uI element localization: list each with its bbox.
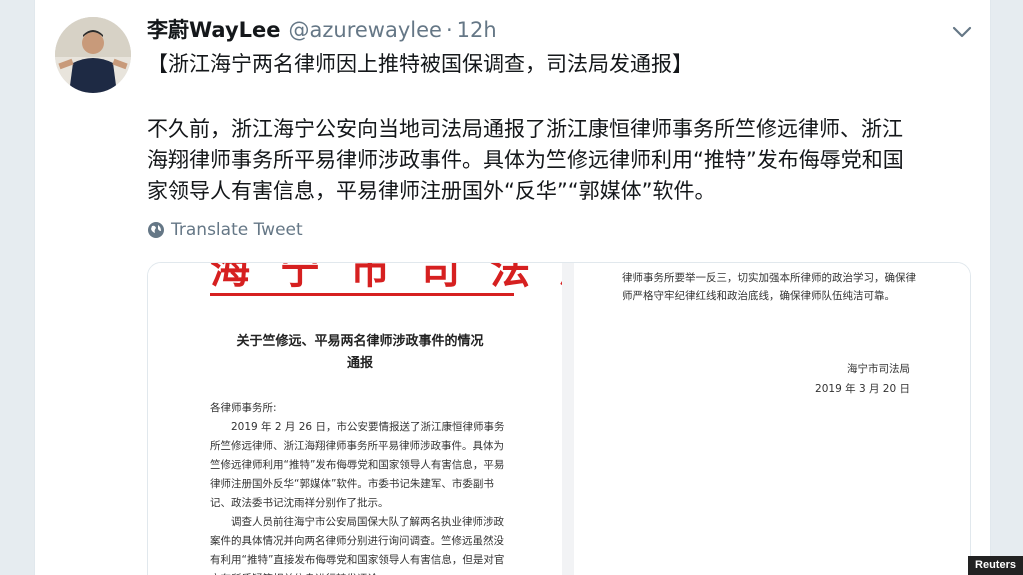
document-page-right: 律师事务所要举一反三，切实加强本所律师的政治学习，确保律师严格守牢纪律红线和政治… [574, 263, 970, 575]
document-paragraph: 调查人员前往海宁市公安局国保大队了解两名执业律师涉政案件的具体情况并向两名律师分… [210, 516, 505, 575]
tweet-media-image[interactable]: 海宁市司法局 关于竺修远、平易两名律师涉政事件的情况 通报 各律师事务所: 20… [147, 262, 971, 575]
translate-label[interactable]: Translate Tweet [171, 220, 303, 240]
tweet-body: 不久前，浙江海宁公安向当地司法局通报了浙江康恒律师事务所竺修远律师、浙江 海翔律… [147, 114, 977, 207]
document-issuer: 海宁市司法局 [847, 363, 910, 375]
tweet-card[interactable]: 李蔚WayLee @azurewaylee · 12h 【浙江海宁两名律师因上推… [34, 0, 991, 575]
document-salutation: 各律师事务所: [210, 402, 277, 414]
page-gap [562, 263, 574, 575]
tweet-body-line: 家领导人有害信息，平易律师注册国外“反华”“郭媒体”软件。 [147, 179, 716, 203]
display-name[interactable]: 李蔚WayLee [147, 14, 281, 44]
document-body: 各律师事务所: 2019 年 2 月 26 日，市公安要情报送了浙江康恒律师事务… [210, 399, 510, 575]
document-title-line: 通报 [346, 356, 373, 371]
document-paragraph: 律师事务所要举一反三，切实加强本所律师的政治学习，确保律师严格守牢纪律红线和政治… [622, 272, 916, 302]
chevron-down-icon[interactable] [950, 22, 974, 42]
globe-icon [148, 222, 164, 238]
document-date: 2019 年 3 月 20 日 [815, 383, 910, 395]
tweet-body-line: 不久前，浙江海宁公安向当地司法局通报了浙江康恒律师事务所竺修远律师、浙江 [147, 117, 903, 141]
tweet-time[interactable]: 12h [457, 18, 497, 42]
avatar-photo [55, 17, 131, 93]
document-page-left: 海宁市司法局 关于竺修远、平易两名律师涉政事件的情况 通报 各律师事务所: 20… [148, 263, 600, 575]
document-paragraph: 2019 年 2 月 26 日，市公安要情报送了浙江康恒律师事务所竺修远律师、浙… [210, 421, 505, 509]
document-title: 关于竺修远、平易两名律师涉政事件的情况 通报 [210, 331, 510, 375]
tweet-header: 李蔚WayLee @azurewaylee · 12h [147, 14, 497, 48]
document-signature: 海宁市司法局 2019 年 3 月 20 日 [815, 359, 910, 399]
document-red-rule [210, 293, 514, 296]
reuters-watermark: Reuters [968, 556, 1023, 575]
translate-tweet-link[interactable]: Translate Tweet [147, 220, 303, 240]
avatar[interactable] [55, 17, 131, 93]
user-handle[interactable]: @azurewaylee [289, 18, 442, 42]
separator: · [445, 18, 453, 42]
document-title-line: 关于竺修远、平易两名律师涉政事件的情况 [236, 334, 484, 349]
tweet-title: 【浙江海宁两名律师因上推特被国保调查，司法局发通报】 [147, 52, 693, 76]
tweet-body-line: 海翔律师事务所平易律师涉政事件。具体为竺修远律师利用“推特”发布侮辱党和国 [147, 148, 904, 172]
